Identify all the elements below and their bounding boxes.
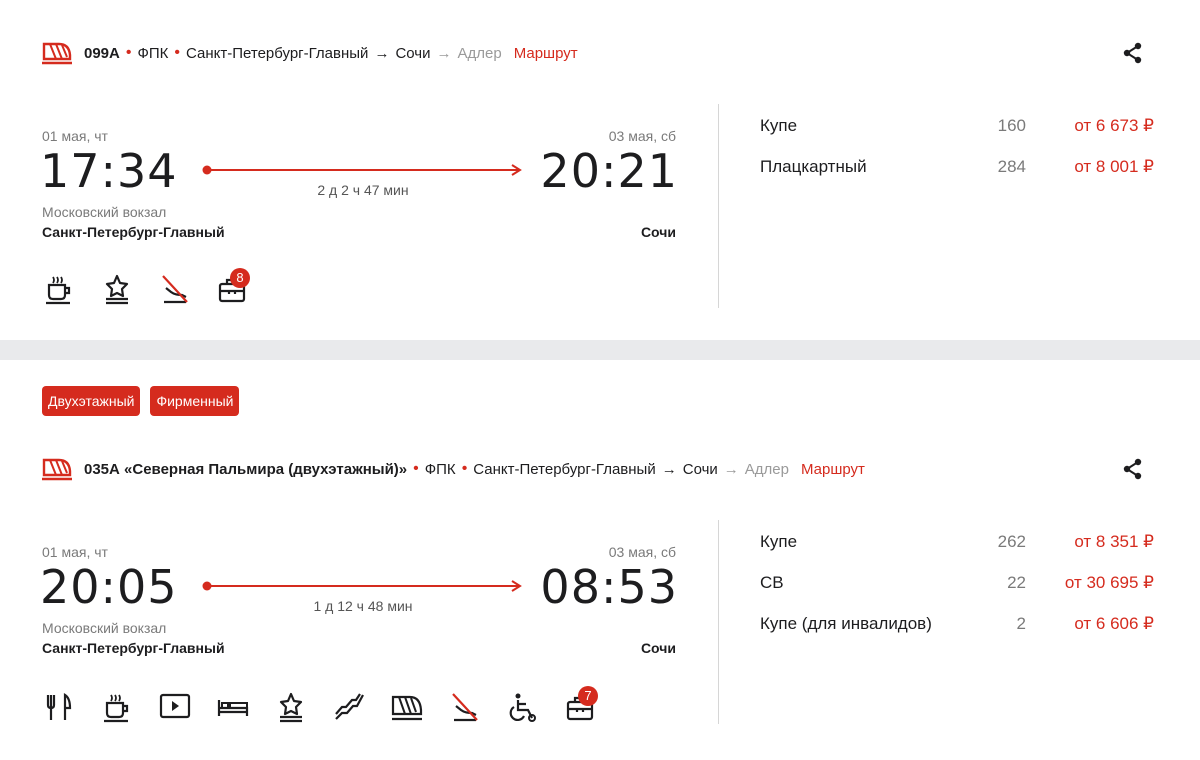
share-icon[interactable] [1122,42,1144,64]
seat-row[interactable]: Купе 160 от 6 673 ₽ [760,116,1160,157]
departure-city: Санкт-Петербург-Главный [42,224,225,240]
seat-list: Купе 160 от 6 673 ₽ Плацкартный 284 от 8… [760,116,1160,198]
no-pets-icon[interactable] [448,686,482,726]
badge-branded: Фирменный [150,386,240,416]
separator-dot: • [174,44,181,61]
amenities: 8 [42,268,250,308]
arrival-city: Сочи [640,224,676,240]
seat-count: 22 [1007,573,1026,592]
arrow-right-icon: → [661,460,677,478]
badge-double-deck: Двухэтажный [42,386,141,416]
departure-date: 01 мая, чт [42,544,108,560]
stairs-icon[interactable] [332,686,366,726]
seat-price[interactable]: от 6 673 ₽ [1074,116,1154,136]
separator-dot: • [125,44,132,61]
seat-row[interactable]: Плацкартный 284 от 8 001 ₽ [760,157,1160,198]
train-logo-icon [42,42,72,65]
seat-count: 160 [997,116,1026,135]
train-number: 099А [84,44,120,62]
route-link[interactable]: Маршрут [801,461,865,478]
bed-icon[interactable] [216,686,250,726]
luggage-icon[interactable]: 7 [564,686,598,726]
trip-duration: 1 д 12 ч 48 мин [313,598,413,614]
separator-dot: • [413,460,419,477]
seat-type: Купе (для инвалидов) [760,614,932,633]
seat-row[interactable]: Купе 262 от 8 351 ₽ [760,532,1160,573]
route-to: Сочи [395,44,431,62]
departure-time: 17:34 [40,144,178,198]
seat-price[interactable]: от 8 351 ₽ [1074,532,1154,552]
arrival-date: 03 мая, сб [608,128,676,144]
arrow-right-icon: → [723,460,739,478]
seat-type: СВ [760,573,784,592]
trip-line [202,164,522,176]
share-icon[interactable] [1122,458,1144,480]
seat-row[interactable]: СВ 22 от 30 695 ₽ [760,573,1160,614]
seat-price[interactable]: от 8 001 ₽ [1074,157,1154,177]
luggage-count-badge: 8 [230,268,250,288]
route-via: Адлер [744,460,789,478]
route-from: Санкт-Петербург-Главный [186,44,369,62]
divider [718,520,719,724]
seat-list: Купе 262 от 8 351 ₽ СВ 22 от 30 695 ₽ Ку… [760,532,1160,655]
separator-dot: • [461,460,468,477]
star-icon[interactable] [274,686,308,726]
route-from: Санкт-Петербург-Главный [473,460,656,478]
no-pets-icon[interactable] [158,268,192,308]
luggage-icon[interactable]: 8 [216,268,250,308]
coffee-icon[interactable] [100,686,134,726]
carrier: ФПК [424,460,456,478]
seat-count: 2 [1016,614,1026,633]
route-via: Адлер [457,44,502,62]
seat-type: Плацкартный [760,157,867,176]
departure-station: Московский вокзал [42,204,167,220]
star-icon[interactable] [100,268,134,308]
route-link[interactable]: Маршрут [514,45,578,62]
train-header: 035А «Северная Пальмира (двухэтажный)» •… [42,457,865,481]
seat-type: Купе [760,532,798,551]
arrival-time: 20:21 [540,144,678,198]
luggage-count-badge: 7 [578,686,598,706]
arrow-right-icon: → [436,44,452,62]
seat-price[interactable]: от 30 695 ₽ [1065,573,1154,593]
train-icon[interactable] [390,686,424,726]
badges: Двухэтажный Фирменный [42,386,240,416]
trip-duration: 2 д 2 ч 47 мин [317,182,409,198]
wheelchair-icon[interactable] [506,686,540,726]
seat-count: 262 [997,532,1026,551]
train-card[interactable]: Двухэтажный Фирменный 035А «Северная Пал… [0,360,1200,760]
train-card[interactable]: 099А • ФПК • Санкт-Петербург-Главный → С… [0,0,1200,340]
departure-time: 20:05 [40,560,178,614]
seat-count: 284 [997,157,1026,176]
trip-line [202,580,522,592]
arrival-date: 03 мая, сб [608,544,676,560]
seat-type: Купе [760,116,798,135]
train-header: 099А • ФПК • Санкт-Петербург-Главный → С… [42,41,578,65]
train-number: 035А «Северная Пальмира (двухэтажный)» [84,460,408,478]
route-to: Сочи [682,460,718,478]
seat-price[interactable]: от 6 606 ₽ [1074,614,1154,634]
departure-date: 01 мая, чт [42,128,108,144]
seat-row[interactable]: Купе (для инвалидов) 2 от 6 606 ₽ [760,614,1160,655]
amenities: 7 [42,686,598,726]
arrival-city: Сочи [640,640,676,656]
coffee-icon[interactable] [42,268,76,308]
video-icon[interactable] [158,686,192,726]
arrow-right-icon: → [374,44,390,62]
train-logo-icon [42,458,72,481]
departure-station: Московский вокзал [42,620,167,636]
restaurant-icon[interactable] [42,686,76,726]
arrival-time: 08:53 [540,560,678,614]
divider [718,104,719,308]
carrier: ФПК [137,44,169,62]
departure-city: Санкт-Петербург-Главный [42,640,225,656]
